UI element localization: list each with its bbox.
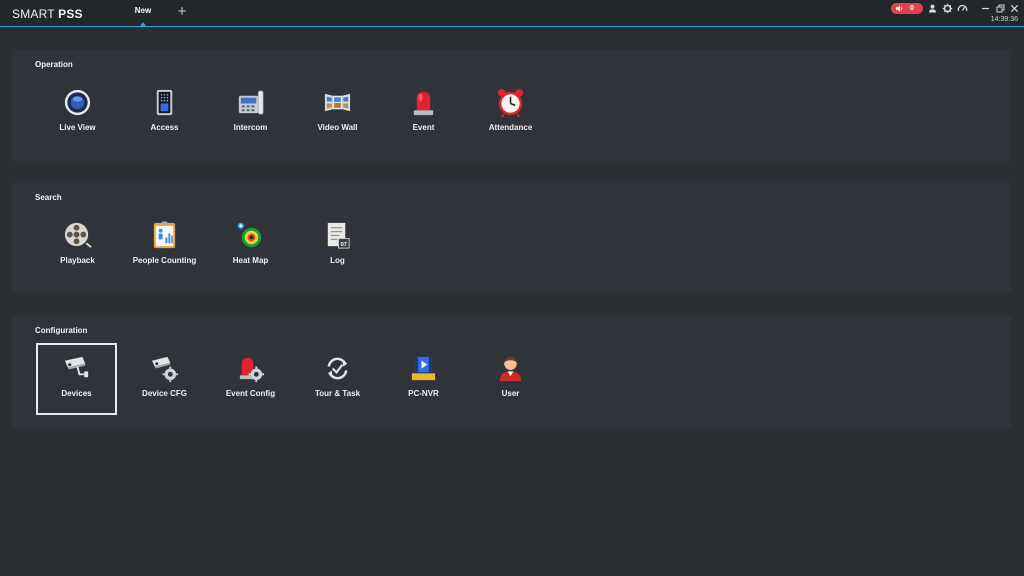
- tile-label: Devices: [61, 389, 92, 398]
- add-tab-button[interactable]: +: [176, 4, 188, 19]
- people-counting-icon: [153, 221, 176, 249]
- tile-playback[interactable]: Playback: [37, 210, 118, 282]
- section-operation: Operation Live View Access Intercom Vide…: [12, 50, 1011, 161]
- tile-event[interactable]: Event: [383, 77, 464, 149]
- heat-map-icon: [237, 222, 262, 248]
- tile-log[interactable]: 07 Log: [297, 210, 378, 282]
- app-brand: SMART PSS: [12, 7, 83, 21]
- event-gear-icon: [239, 357, 265, 383]
- section-title: Configuration: [35, 326, 88, 335]
- tile-label: Live View: [59, 123, 96, 132]
- camera-gear-icon: [151, 356, 179, 383]
- event-icon: [413, 91, 434, 116]
- tile-label: Event Config: [225, 389, 276, 398]
- section-title: Search: [35, 193, 62, 202]
- pc-nvr-icon: [411, 356, 436, 381]
- log-icon: 07: [327, 222, 350, 249]
- tab-new[interactable]: New: [129, 6, 157, 15]
- alarm-count: 0: [910, 5, 914, 12]
- settings-gear-icon[interactable]: [942, 3, 953, 14]
- section-title: Operation: [35, 60, 73, 69]
- tile-user[interactable]: User: [470, 343, 551, 415]
- tile-label: People Counting: [132, 256, 197, 265]
- log-date-badge: 07: [341, 242, 347, 248]
- brand-smart: SMART: [12, 7, 59, 21]
- tile-label: Device CFG: [142, 389, 187, 398]
- user-icon: [499, 356, 522, 382]
- tile-intercom[interactable]: Intercom: [210, 77, 291, 149]
- brand-pss: PSS: [58, 7, 83, 21]
- clock: 14:39:36: [990, 16, 1018, 23]
- speedometer-icon[interactable]: [957, 3, 968, 14]
- tile-device-cfg[interactable]: Device CFG: [124, 343, 205, 415]
- tile-heat-map[interactable]: Heat Map: [210, 210, 291, 282]
- camera-icon: [64, 356, 89, 378]
- tile-people-counting[interactable]: People Counting: [124, 210, 205, 282]
- tile-label: Log: [330, 256, 345, 265]
- section-configuration: Configuration Devices Device CFG Event C…: [12, 316, 1011, 428]
- tile-event-config[interactable]: Event Config: [210, 343, 291, 415]
- tile-attendance[interactable]: Attendance: [470, 77, 551, 149]
- live-view-icon: [64, 89, 91, 116]
- close-icon[interactable]: [1009, 3, 1020, 14]
- tile-label: Attendance: [488, 123, 533, 132]
- tile-label: PC-NVR: [408, 389, 439, 398]
- tile-label: Playback: [60, 256, 95, 265]
- tile-tour-task[interactable]: Tour & Task: [297, 343, 378, 415]
- tile-label: User: [501, 389, 520, 398]
- speaker-icon: [896, 5, 902, 12]
- tile-video-wall[interactable]: Video Wall: [297, 77, 378, 149]
- tile-access[interactable]: Access: [124, 77, 205, 149]
- user-account-icon[interactable]: [927, 3, 938, 14]
- tile-label: Access: [150, 123, 179, 132]
- film-reel-icon: [64, 222, 92, 248]
- section-search: Search Playback People Counting Heat Map…: [12, 183, 1011, 292]
- restore-icon[interactable]: [995, 3, 1006, 14]
- access-icon: [156, 89, 173, 116]
- tile-devices[interactable]: Devices: [36, 343, 117, 415]
- tile-pc-nvr[interactable]: PC-NVR: [383, 343, 464, 415]
- alarm-clock-icon: [497, 88, 524, 118]
- refresh-check-icon: [327, 357, 348, 380]
- tile-label: Video Wall: [317, 123, 358, 132]
- tile-label: Intercom: [233, 123, 268, 132]
- intercom-icon: [238, 90, 264, 115]
- title-bar: SMART PSS New + 0 14:39:36: [0, 0, 1024, 27]
- tile-live-view[interactable]: Live View: [37, 77, 118, 149]
- tile-label: Event: [412, 123, 435, 132]
- minimize-icon[interactable]: [980, 3, 991, 14]
- video-wall-icon: [324, 93, 351, 112]
- alarm-badge[interactable]: 0: [891, 3, 923, 14]
- active-tab-indicator: [140, 22, 146, 26]
- tile-label: Heat Map: [232, 256, 269, 265]
- tile-label: Tour & Task: [314, 389, 361, 398]
